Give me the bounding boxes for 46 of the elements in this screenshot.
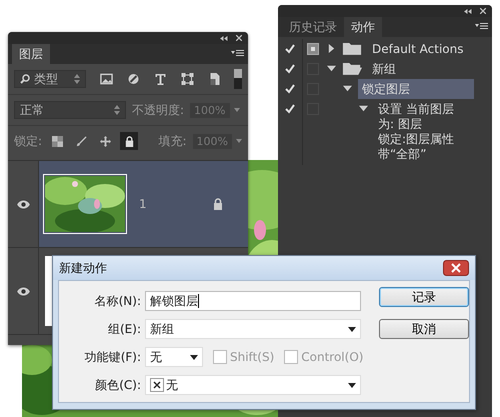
document-icon[interactable]	[208, 73, 221, 85]
stepper-icon	[74, 74, 80, 84]
action-set[interactable]: 新组	[368, 59, 400, 79]
type-tool-icon[interactable]	[154, 73, 167, 85]
blend-mode-dropdown[interactable]: 正常	[14, 101, 126, 119]
disclosure-triangle-icon[interactable]	[343, 84, 352, 93]
panel-tab[interactable]: 历史记录	[282, 17, 344, 37]
menu-icon[interactable]	[231, 50, 244, 56]
opacity-label: 不透明度:	[132, 102, 184, 118]
lock-label: 锁定:	[14, 132, 42, 150]
collapse-icon[interactable]	[220, 36, 228, 40]
dropdown-arrow-icon[interactable]	[236, 139, 242, 143]
menu-icon[interactable]	[475, 23, 488, 29]
dropdown-arrow-icon	[348, 326, 356, 332]
collapse-icon[interactable]	[464, 8, 472, 14]
dialog-toggle[interactable]	[307, 43, 319, 55]
close-icon[interactable]	[443, 260, 469, 276]
panel-tab[interactable]: 图层	[12, 44, 50, 64]
fill-label: 填充:	[158, 132, 187, 150]
lock-icon[interactable]	[120, 132, 138, 150]
filter-toggle[interactable]	[234, 69, 242, 89]
image-icon[interactable]	[100, 73, 113, 85]
dialog-button[interactable]: 记录	[379, 287, 469, 307]
dropdown-arrow-icon[interactable]	[234, 108, 240, 112]
search-icon	[20, 74, 30, 84]
checkmark-icon[interactable]	[285, 84, 295, 94]
close-icon[interactable]	[480, 8, 486, 14]
action-step[interactable]: 设置 当前图层 为: 图层 锁定:图层属性 带“全部”	[374, 99, 458, 165]
checkmark-icon[interactable]	[285, 64, 295, 74]
action-item[interactable]: 锁定图层	[358, 79, 474, 99]
action-set[interactable]: Default Actions	[368, 39, 468, 59]
panel-tab[interactable]: 动作	[344, 17, 382, 37]
disclosure-triangle-icon[interactable]	[327, 64, 336, 73]
filter-dropdown[interactable]: 类型	[14, 70, 86, 88]
close-icon[interactable]	[236, 35, 242, 41]
stepper-icon	[114, 105, 120, 115]
circle-icon[interactable]	[127, 73, 140, 85]
checkmark-icon[interactable]	[285, 104, 295, 114]
dropdown-arrow-icon	[348, 382, 356, 388]
folder-icon	[342, 61, 362, 76]
disclosure-triangle-icon[interactable]	[359, 104, 368, 113]
transform-icon[interactable]	[181, 73, 194, 85]
folder-icon	[342, 41, 362, 56]
dialog-button[interactable]: 取消	[379, 319, 469, 339]
checkmark-icon[interactable]	[285, 44, 295, 54]
disclosure-triangle-icon[interactable]	[327, 44, 336, 53]
